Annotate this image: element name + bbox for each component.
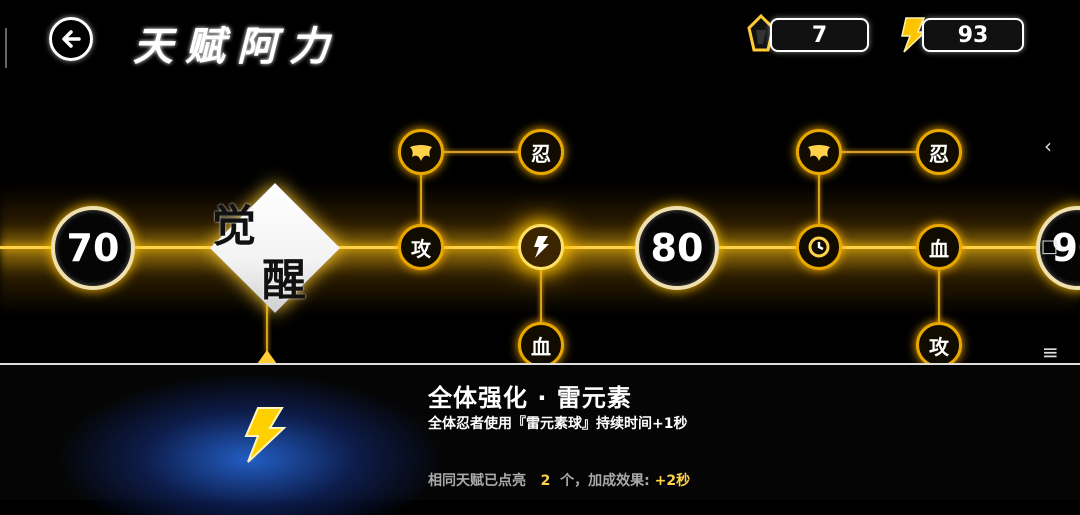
awaken-char-1: 觉 (212, 201, 256, 252)
side-menu-button[interactable]: ≡ (1042, 340, 1059, 364)
page-title: 天赋阿力 (133, 23, 341, 70)
screen-edge-divider (5, 28, 7, 68)
wing-emblem-icon (410, 145, 432, 161)
awaken-char-2: 醒 (262, 255, 306, 306)
stat-prefix: 相同天赋已点亮 (428, 473, 526, 489)
milestone-level: 80 (650, 226, 704, 270)
talent-node-blood-2[interactable]: 血 (916, 224, 962, 270)
talent-node-blood-1[interactable]: 血 (518, 322, 564, 368)
attack-char: 攻 (411, 236, 431, 261)
clock-icon (808, 236, 830, 258)
talent-stat-line: 相同天赋已点亮 2 个，加成效果: +2秒 (428, 470, 690, 490)
resource-counter-crystal: 93 (922, 18, 1024, 52)
attack-char: 攻 (929, 334, 949, 359)
arrow-left-icon (62, 30, 81, 48)
gem-count: 7 (811, 22, 828, 48)
side-collapse-button[interactable]: ‹ (1044, 134, 1052, 158)
talent-title: 全体强化 · 雷元素 (428, 384, 632, 412)
resource-counter-gem: 7 (770, 18, 869, 52)
talent-node-attack-2[interactable]: 攻 (916, 322, 962, 368)
milestone-node-80[interactable]: 80 (635, 206, 719, 290)
side-home-button[interactable]: □ (1041, 236, 1058, 257)
lightning-icon (244, 407, 287, 463)
ninja-char: 忍 (929, 141, 949, 166)
blood-char: 血 (531, 334, 551, 359)
stat-count: 2 (540, 473, 551, 489)
milestone-node-70[interactable]: 70 (51, 206, 135, 290)
back-button[interactable] (49, 17, 93, 61)
talent-node-wing-2[interactable] (796, 129, 842, 175)
talent-description: 全体忍者使用『雷元素球』持续时间+1秒 (428, 416, 688, 432)
ninja-char: 忍 (531, 141, 551, 166)
talent-node-ninja-1[interactable]: 忍 (518, 129, 564, 175)
lightning-icon (534, 236, 549, 258)
stat-middle: 个，加成效果: (560, 473, 650, 489)
talent-node-attack-1[interactable]: 攻 (398, 224, 444, 270)
talent-node-lightning-selected[interactable] (518, 224, 564, 270)
talent-node-wing-1[interactable] (398, 129, 444, 175)
blood-char: 血 (929, 236, 949, 261)
milestone-level: 70 (66, 226, 120, 270)
wing-emblem-icon (808, 145, 830, 161)
stat-bonus: +2秒 (654, 473, 691, 489)
selection-pointer (257, 350, 277, 364)
talent-node-ninja-2[interactable]: 忍 (916, 129, 962, 175)
crystal-count: 93 (957, 22, 989, 48)
talent-node-clock[interactable] (796, 224, 842, 270)
